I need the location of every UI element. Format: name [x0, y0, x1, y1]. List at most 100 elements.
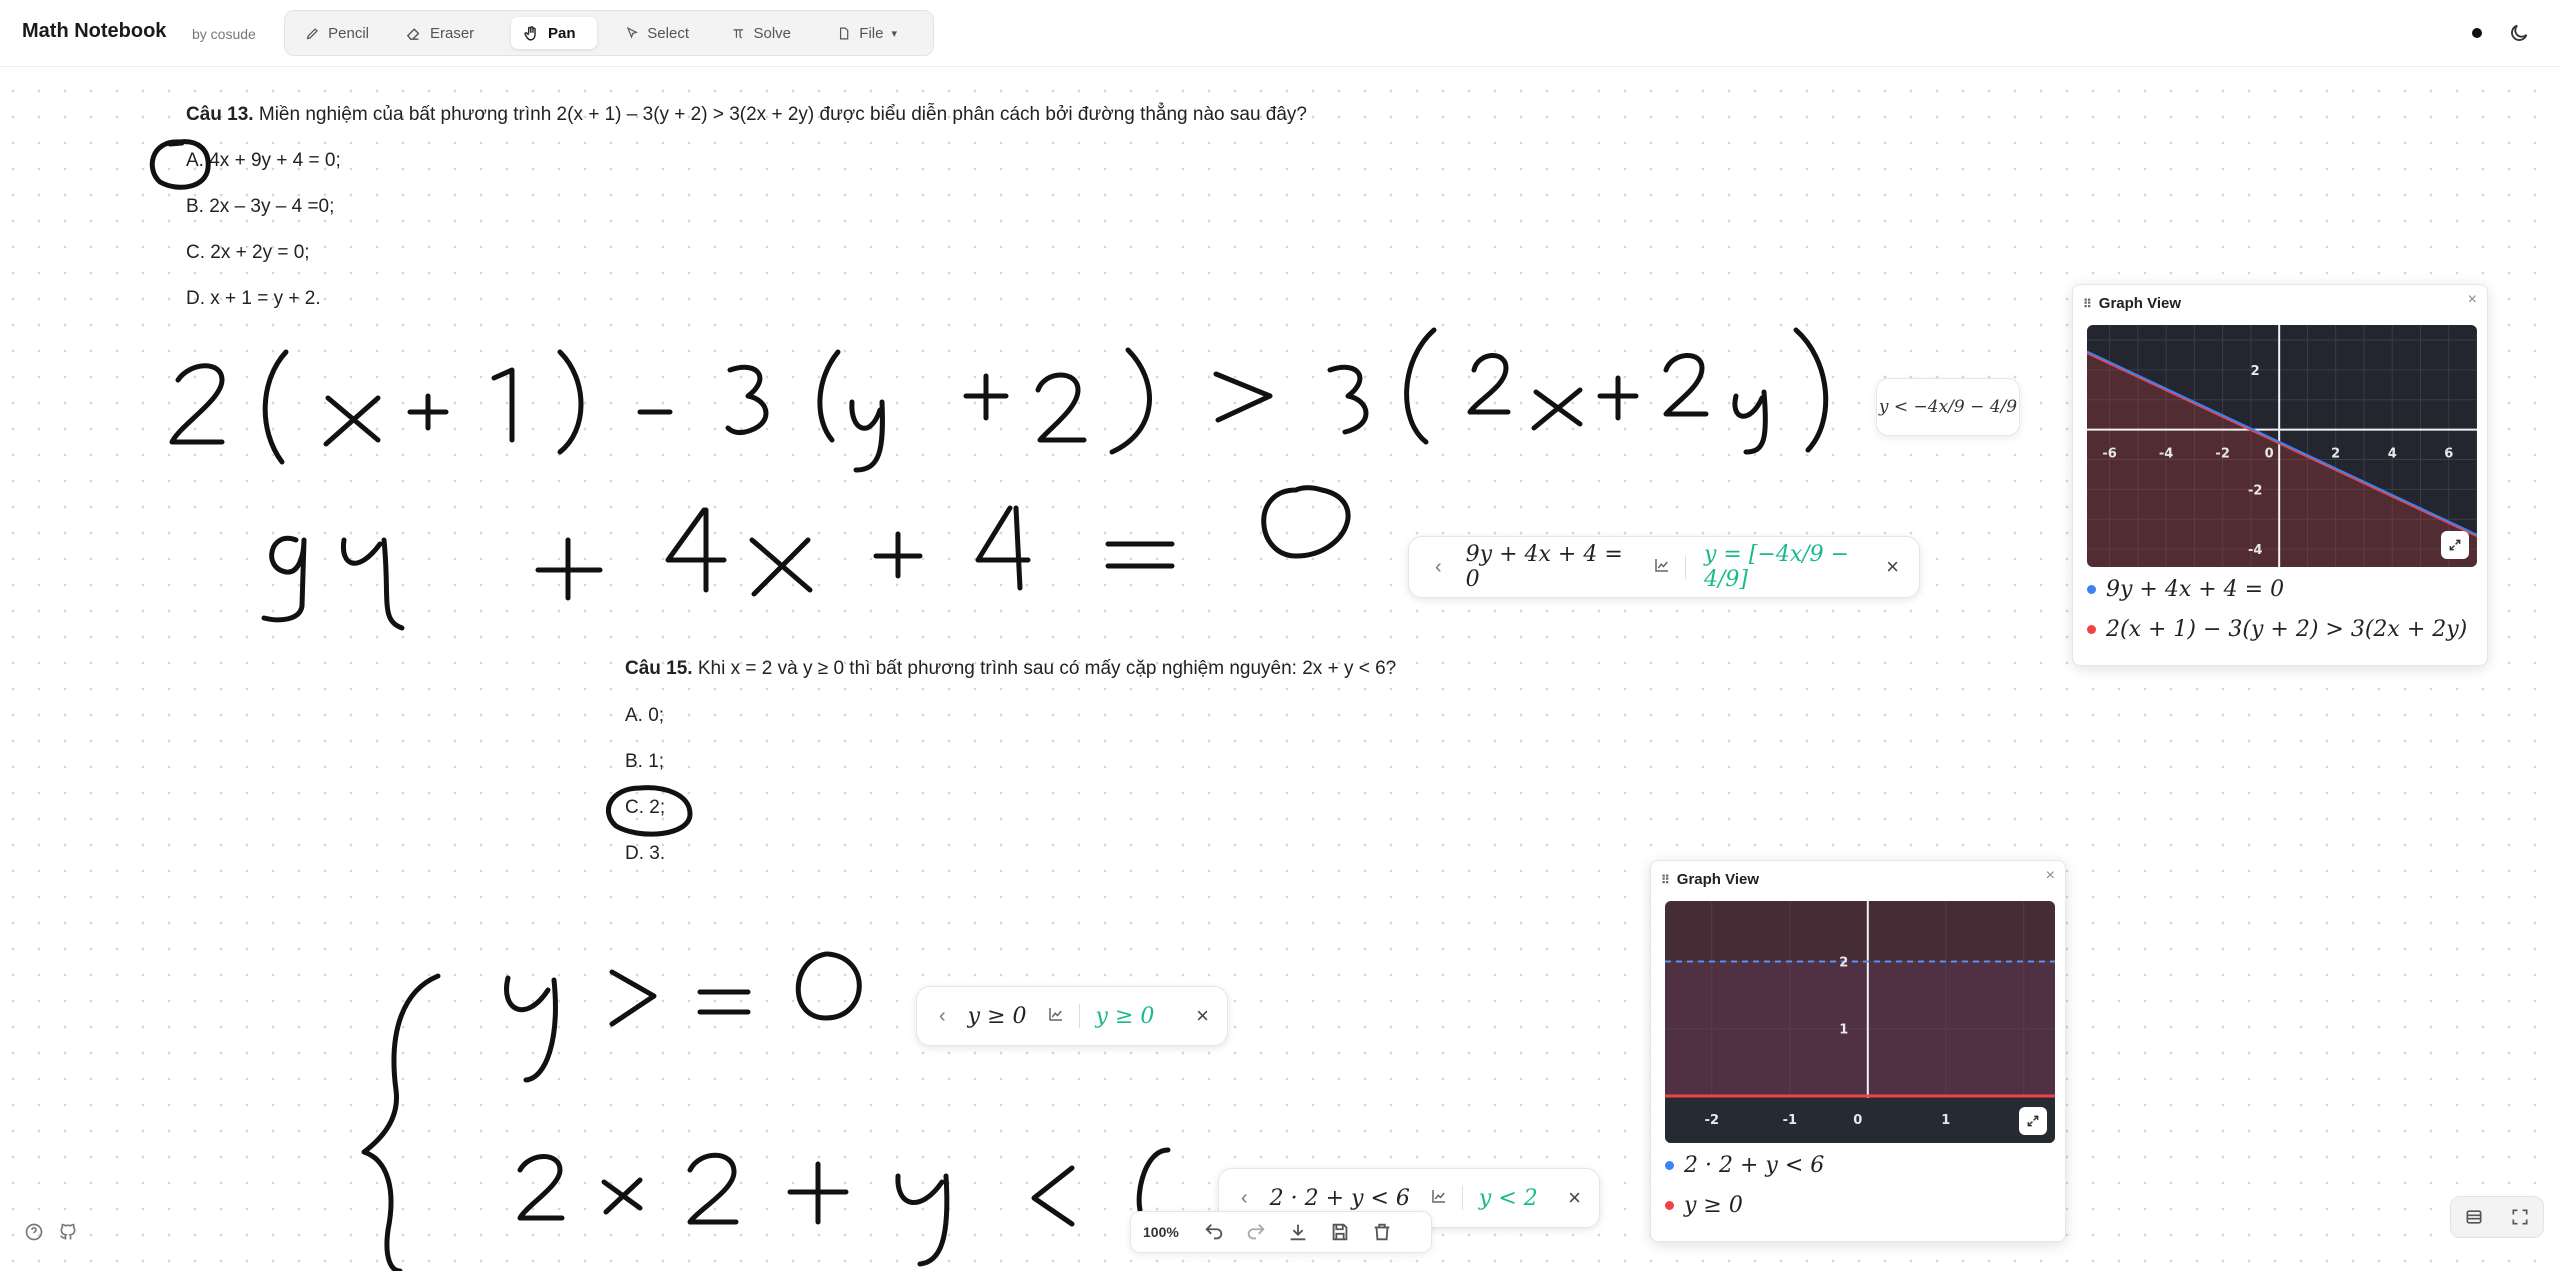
eraser-icon	[406, 27, 420, 40]
close-icon[interactable]: ×	[1568, 1185, 1581, 1211]
equation-pill-1[interactable]: ‹ 9y + 4x + 4 = 0 y = [−4x/9 − 4/9] ×	[1408, 536, 1920, 598]
graph-view-header[interactable]: ⠿ Graph View	[2083, 295, 2181, 312]
x-tick-label: 0	[1853, 1113, 1862, 1128]
close-icon[interactable]: ×	[1196, 1003, 1209, 1029]
close-icon[interactable]: ×	[2046, 867, 2055, 885]
pan-tool-button[interactable]: Pan	[511, 17, 597, 49]
chevron-left-icon[interactable]: ‹	[1435, 556, 1442, 579]
bottom-left-links	[24, 1222, 78, 1242]
graph-view-header[interactable]: ⠿ Graph View	[1661, 871, 1759, 888]
solve-tool-button[interactable]: Solve	[719, 17, 803, 49]
equation-pill-1-solution: y = [−4x/9 − 4/9]	[1704, 542, 1850, 592]
chevron-down-icon: ▾	[891, 27, 897, 40]
help-icon[interactable]	[24, 1222, 44, 1242]
pill-divider	[1078, 1004, 1080, 1028]
x-tick-label: 4	[2388, 447, 2397, 462]
equation-pill-2-expression: y ≥ 0	[967, 1003, 1027, 1029]
graph-view-title: Graph View	[2098, 295, 2182, 312]
graph-view-title: Graph View	[1676, 871, 1760, 888]
fullscreen-icon[interactable]	[2510, 1207, 2530, 1227]
moon-icon[interactable]	[2508, 22, 2530, 44]
redo-icon[interactable]	[1245, 1221, 1267, 1243]
question-15: Câu 15. Khi x = 2 và y ≥ 0 thì bất phươn…	[625, 658, 1396, 680]
graph-1-svg: -6 -4 -2 0 2 4 6 2 -2 -4	[2087, 325, 2477, 567]
q13-option-b: B. 2x – 3y – 4 =0;	[186, 196, 335, 217]
x-tick-label: -1	[1783, 1113, 1797, 1128]
legend-dot-blue	[2087, 585, 2096, 594]
pi-icon	[733, 28, 744, 38]
pencil-icon	[306, 27, 318, 39]
inequality-result-card[interactable]: y < −4x/9 − 4/9	[1876, 378, 2020, 436]
y-tick-label: -2	[2248, 483, 2262, 498]
panel-icon[interactable]	[2464, 1207, 2484, 1227]
question-15-label: Câu 15.	[625, 658, 693, 679]
pencil-tool-button[interactable]: Pencil	[293, 17, 381, 49]
top-bar: Math Notebook by cosude Pencil Eraser Pa…	[0, 0, 2560, 67]
status-dot[interactable]	[2472, 28, 2482, 38]
ink-line-3	[504, 951, 862, 1083]
y-tick-label: -4	[2248, 543, 2262, 558]
question-13-text: Miền nghiệm của bất phương trình 2(x + 1…	[258, 104, 1307, 125]
y-tick-label: 1	[1839, 1023, 1848, 1038]
drag-handle-icon[interactable]: ⠿	[2083, 297, 2092, 311]
legend-label: 2 · 2 + y < 6	[1684, 1153, 1825, 1178]
drag-handle-icon[interactable]: ⠿	[1661, 873, 1670, 887]
legend-label: 9y + 4x + 4 = 0	[2106, 577, 2285, 602]
legend-label: y ≥ 0	[1684, 1193, 1743, 1218]
graph-view-panel-2[interactable]: ⠿ Graph View × -2-101221 2 · 2 + y < 6 y…	[1650, 860, 2066, 1242]
ink-line-1	[169, 327, 1829, 473]
file-icon	[839, 27, 849, 39]
chevron-left-icon[interactable]: ‹	[939, 1005, 946, 1028]
solve-label: Solve	[753, 24, 791, 42]
cursor-icon	[626, 26, 638, 39]
question-15-text: Khi x = 2 và y ≥ 0 thì bất phương trình …	[697, 658, 1397, 679]
expand-icon[interactable]	[2019, 1107, 2047, 1135]
ink-brace	[361, 973, 441, 1271]
undo-icon[interactable]	[1203, 1221, 1225, 1243]
file-label: File	[859, 24, 884, 42]
graph-icon[interactable]	[1653, 556, 1671, 578]
q13-option-c: C. 2x + 2y = 0;	[186, 242, 310, 263]
pill-divider	[1461, 1186, 1463, 1210]
q15-option-d: D. 3.	[625, 843, 666, 864]
graph-plot-2[interactable]: -2-101221	[1665, 901, 2055, 1143]
trash-icon[interactable]	[1371, 1221, 1393, 1243]
legend-item: 2 · 2 + y < 6	[1665, 1153, 1824, 1178]
x-tick-label: 0	[2265, 447, 2274, 462]
q15-option-a: A. 0;	[625, 705, 665, 726]
save-icon[interactable]	[1329, 1221, 1351, 1243]
x-tick-label: 6	[2444, 447, 2453, 462]
chevron-left-icon[interactable]: ‹	[1241, 1187, 1248, 1210]
graph-icon[interactable]	[1047, 1005, 1065, 1027]
close-icon[interactable]: ×	[2468, 291, 2477, 309]
ink-line-2	[261, 485, 1351, 631]
app-title: Math Notebook	[22, 20, 167, 42]
equation-pill-2-solution: y ≥ 0	[1095, 1003, 1155, 1029]
x-tick-label: -2	[1705, 1113, 1719, 1128]
pencil-label: Pencil	[328, 24, 369, 42]
pan-label: Pan	[548, 24, 576, 42]
question-13: Câu 13. Miền nghiệm của bất phương trình…	[186, 104, 1307, 126]
y-tick-label: 2	[1839, 956, 1848, 971]
x-tick-label: -2	[2215, 447, 2229, 462]
eraser-tool-button[interactable]: Eraser	[393, 17, 487, 49]
graph-view-panel-1[interactable]: ⠿ Graph View × -6 -4 -2 0 2 4 6 2 -2 -4 9y + 4x +…	[2072, 284, 2488, 666]
expand-icon[interactable]	[2441, 531, 2469, 559]
graph-icon[interactable]	[1430, 1187, 1448, 1209]
legend-dot-red	[1665, 1201, 1674, 1210]
x-tick-label: -6	[2102, 447, 2116, 462]
graph-plot-1[interactable]: -6 -4 -2 0 2 4 6 2 -2 -4	[2087, 325, 2477, 567]
file-menu-button[interactable]: File ▾	[825, 17, 909, 49]
toolbar: Pencil Eraser Pan Select Solve File ▾	[284, 10, 934, 56]
select-tool-button[interactable]: Select	[613, 17, 701, 49]
github-icon[interactable]	[58, 1222, 78, 1242]
q15-option-c: C. 2;	[625, 797, 666, 818]
ink-line-4	[517, 1147, 1171, 1267]
equation-pill-2[interactable]: ‹ y ≥ 0 y ≥ 0 ×	[916, 986, 1228, 1046]
q13-option-d: D. x + 1 = y + 2.	[186, 288, 321, 309]
close-icon[interactable]: ×	[1886, 554, 1899, 580]
select-label: Select	[647, 24, 689, 42]
x-tick-label: 1	[1941, 1113, 1950, 1128]
download-icon[interactable]	[1287, 1221, 1309, 1243]
zoom-level[interactable]: 100%	[1143, 1224, 1179, 1240]
